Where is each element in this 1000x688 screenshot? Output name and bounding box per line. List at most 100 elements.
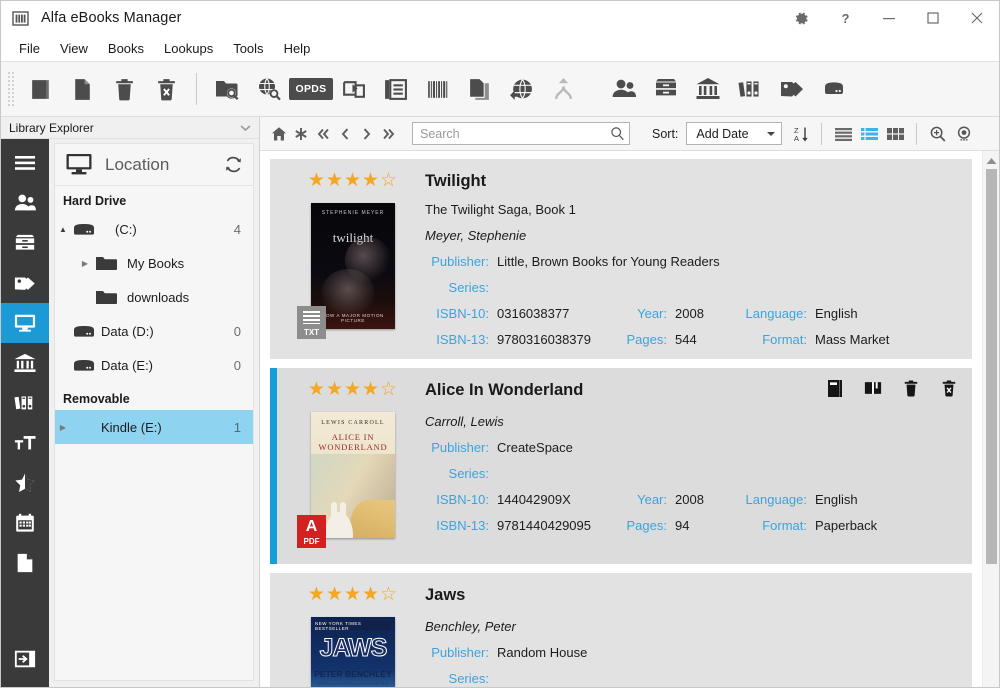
sidebar-item-tags[interactable] — [1, 263, 49, 303]
tree-row-kindle[interactable]: ▶ Kindle (E:) 1 — [55, 410, 253, 444]
rating-stars[interactable]: ★★★★ ☆ — [308, 169, 398, 191]
publisher-label: Publisher: — [431, 645, 489, 660]
rating-stars[interactable]: ★★★★ ☆ — [308, 378, 398, 400]
delete-icon[interactable] — [902, 378, 920, 398]
zoom-in-icon[interactable] — [925, 121, 951, 147]
menu-file[interactable]: File — [9, 38, 50, 59]
tree-row[interactable]: ▶ My Books — [55, 246, 253, 280]
search-box[interactable] — [412, 122, 630, 145]
previous-page-icon[interactable] — [334, 121, 356, 147]
convert-icon[interactable] — [332, 68, 374, 110]
tree-label: Data (D:) — [101, 323, 154, 339]
book-card-selected[interactable]: ★★★★☆ LEWIS CARROLL ALICE IN WONDERLAND — [270, 368, 972, 564]
add-document-icon[interactable] — [61, 68, 103, 110]
gear-icon[interactable] — [779, 1, 823, 35]
series-label: Series: — [448, 466, 489, 481]
format-badge-pdf: A PDF — [297, 515, 326, 548]
scan-folder-icon[interactable] — [206, 68, 248, 110]
scrollbar-thumb[interactable] — [985, 169, 997, 564]
drive-icon — [71, 358, 97, 372]
vertical-scrollbar[interactable] — [982, 151, 999, 687]
sidebar-item-menu[interactable] — [1, 143, 49, 183]
format-badge-txt: TXT — [297, 306, 326, 339]
expander-closed-icon[interactable]: ▶ — [55, 423, 71, 432]
triangle-up-icon[interactable] — [983, 153, 1000, 169]
minimize-icon[interactable] — [867, 1, 911, 35]
rating-stars[interactable]: ★★★★ ☆ — [308, 583, 398, 605]
tree-row[interactable]: ▲ (C:) 4 — [55, 212, 253, 246]
sidebar-item-location[interactable] — [1, 303, 49, 343]
home-icon[interactable] — [268, 121, 290, 147]
search-input[interactable] — [420, 126, 610, 141]
series-icon[interactable] — [645, 68, 687, 110]
sidebar-item-collections[interactable] — [1, 383, 49, 423]
book-title[interactable]: Twilight — [425, 170, 960, 192]
tags-icon[interactable] — [771, 68, 813, 110]
authors-icon[interactable] — [603, 68, 645, 110]
publishers-icon[interactable] — [687, 68, 729, 110]
book-title[interactable]: Jaws — [425, 584, 960, 606]
sort-dropdown[interactable]: Add Date — [686, 122, 783, 145]
tree-row[interactable]: Data (E:) 0 — [55, 348, 253, 382]
open-book-icon[interactable] — [864, 378, 882, 398]
sidebar-item-ratings[interactable] — [1, 463, 49, 503]
merge-icon[interactable] — [542, 68, 584, 110]
view-list-compact-icon[interactable] — [830, 121, 856, 147]
delete-permanently-icon[interactable] — [145, 68, 187, 110]
delete-icon[interactable] — [103, 68, 145, 110]
book-cover[interactable]: NEW YORK TIMES BESTSELLER JAWS PETER BEN… — [311, 617, 395, 687]
web-search-icon[interactable] — [248, 68, 290, 110]
expander-closed-icon[interactable]: ▶ — [77, 259, 93, 268]
expander-open-icon[interactable]: ▲ — [55, 225, 71, 234]
sidebar-item-series[interactable] — [1, 223, 49, 263]
menu-tools[interactable]: Tools — [223, 38, 273, 59]
sort-za-icon[interactable]: ZA — [789, 121, 813, 147]
view-details-icon[interactable] — [856, 121, 882, 147]
sidebar-item-collapse[interactable] — [1, 639, 49, 679]
delete-permanently-icon[interactable] — [940, 378, 958, 398]
cover-author-text: STEPHENIE MEYER — [321, 210, 385, 216]
close-icon[interactable] — [955, 1, 999, 35]
add-book-icon[interactable] — [19, 68, 61, 110]
book-details-icon[interactable] — [826, 378, 844, 398]
chevron-down-icon[interactable] — [767, 131, 776, 136]
book-card[interactable]: ★★★★ ☆ STEPHENIE MEYER twilight NOW A MAJ… — [270, 159, 972, 359]
asterisk-icon[interactable] — [290, 121, 312, 147]
menu-help[interactable]: Help — [274, 38, 321, 59]
language-value: English — [815, 306, 858, 321]
maximize-icon[interactable] — [911, 1, 955, 35]
chevron-down-icon[interactable] — [240, 121, 251, 135]
menu-lookups[interactable]: Lookups — [154, 38, 223, 59]
book-list: ★★★★ ☆ STEPHENIE MEYER twilight NOW A MAJ… — [260, 151, 982, 687]
next-page-icon[interactable] — [356, 121, 378, 147]
barcode-icon[interactable] — [416, 68, 458, 110]
tree-row[interactable]: Data (D:) 0 — [55, 314, 253, 348]
book-card[interactable]: ★★★★ ☆ NEW YORK TIMES BESTSELLER JAWS PET… — [270, 573, 972, 687]
toolbar-separator-4 — [916, 122, 918, 145]
first-page-icon[interactable] — [312, 121, 334, 147]
preview-eye-icon[interactable] — [951, 121, 977, 147]
sidebar-item-formats[interactable] — [1, 543, 49, 583]
location-tree[interactable]: Hard Drive ▲ (C:) 4 ▶ My Books downloads… — [54, 185, 254, 681]
question-mark-icon[interactable]: ? — [823, 1, 867, 35]
sidebar-item-authors[interactable] — [1, 183, 49, 223]
scrollbar-track[interactable] — [985, 169, 997, 687]
toolbar-grip[interactable] — [7, 71, 15, 107]
refresh-icon[interactable] — [224, 155, 243, 174]
metadata-icon[interactable] — [374, 68, 416, 110]
sidebar-item-publishers[interactable] — [1, 343, 49, 383]
search-icon[interactable] — [610, 126, 625, 141]
devices-icon[interactable] — [813, 68, 855, 110]
opds-icon[interactable]: OPDS — [288, 68, 334, 110]
sidebar-item-dates[interactable] — [1, 503, 49, 543]
sidebar-item-titles[interactable] — [1, 423, 49, 463]
collections-icon[interactable] — [729, 68, 771, 110]
copy-icon[interactable] — [458, 68, 500, 110]
library-explorer-title: Library Explorer — [9, 120, 94, 135]
menu-view[interactable]: View — [50, 38, 98, 59]
menu-books[interactable]: Books — [98, 38, 154, 59]
globe-download-icon[interactable] — [500, 68, 542, 110]
tree-row[interactable]: downloads — [55, 280, 253, 314]
last-page-icon[interactable] — [378, 121, 400, 147]
view-grid-icon[interactable] — [882, 121, 908, 147]
